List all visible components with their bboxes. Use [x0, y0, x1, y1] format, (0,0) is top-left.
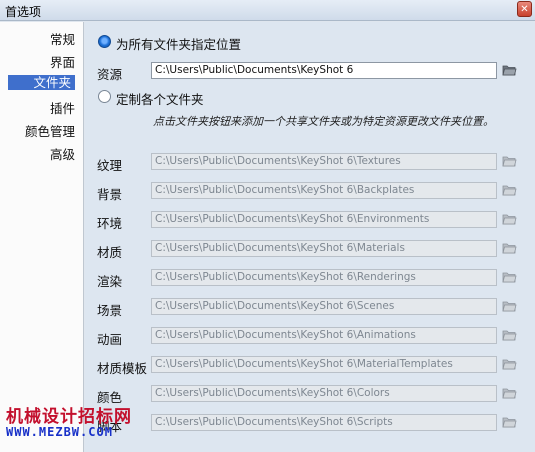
folder-icon	[502, 214, 517, 225]
resources-label: 资源	[97, 67, 123, 82]
radio-custom-folders[interactable]	[98, 90, 111, 103]
scripts-path-field: C:\Users\Public\Documents\KeyShot 6\Scri…	[151, 414, 497, 431]
folder-icon	[502, 330, 517, 341]
textures-label: 纹理	[97, 158, 123, 173]
scenes-path-field: C:\Users\Public\Documents\KeyShot 6\Scen…	[151, 298, 497, 315]
sidebar-item-plugins[interactable]: 插件	[50, 98, 75, 117]
folder-icon	[502, 272, 517, 283]
animations-label: 动画	[97, 332, 123, 347]
option-each-label: 定制各个文件夹	[116, 92, 204, 107]
materials-folder-button	[502, 242, 517, 254]
materials-label: 材质	[97, 245, 123, 260]
backplates-folder-button	[502, 184, 517, 196]
close-icon: ✕	[520, 4, 529, 15]
backplates-label: 背景	[97, 187, 123, 202]
environments-folder-button	[502, 213, 517, 225]
material-templates-folder-button	[502, 358, 517, 370]
colors-folder-button	[502, 387, 517, 399]
window-titlebar: 首选项 ✕	[0, 0, 535, 21]
watermark-title: 机械设计招标网	[6, 407, 132, 427]
folder-icon	[502, 185, 517, 196]
scenes-folder-button	[502, 300, 517, 312]
close-button[interactable]: ✕	[517, 1, 532, 17]
scenes-label: 场景	[97, 303, 123, 318]
sidebar-item-advanced[interactable]: 高级	[50, 144, 75, 163]
radio-all-folders[interactable]	[98, 35, 111, 48]
renderings-folder-button	[502, 271, 517, 283]
textures-path-field: C:\Users\Public\Documents\KeyShot 6\Text…	[151, 153, 497, 170]
environments-path-field: C:\Users\Public\Documents\KeyShot 6\Envi…	[151, 211, 497, 228]
sidebar-item-folders[interactable]: 文件夹	[8, 75, 75, 90]
animations-path-field: C:\Users\Public\Documents\KeyShot 6\Anim…	[151, 327, 497, 344]
option-all-label: 为所有文件夹指定位置	[116, 37, 242, 52]
scripts-folder-button	[502, 416, 517, 428]
watermark-url: WWW.MEZBW.COM	[6, 425, 113, 439]
material-templates-label: 材质模板	[97, 361, 148, 376]
renderings-label: 渲染	[97, 274, 123, 289]
instructions-text: 点击文件夹按钮来添加一个共享文件夹或为特定资源更改文件夹位置。	[153, 115, 494, 128]
folder-icon	[502, 359, 517, 370]
folder-icon	[502, 388, 517, 399]
folder-icon	[502, 65, 517, 76]
sidebar: 常规界面文件夹插件颜色管理高级	[0, 22, 84, 452]
renderings-path-field: C:\Users\Public\Documents\KeyShot 6\Rend…	[151, 269, 497, 286]
textures-folder-button	[502, 155, 517, 167]
folder-icon	[502, 417, 517, 428]
resources-path-field[interactable]: C:\Users\Public\Documents\KeyShot 6	[151, 62, 497, 79]
watermark: 机械设计招标网 WWW.MEZBW.COM	[6, 402, 132, 439]
resources-folder-button[interactable]	[502, 64, 517, 76]
backplates-path-field: C:\Users\Public\Documents\KeyShot 6\Back…	[151, 182, 497, 199]
materials-path-field: C:\Users\Public\Documents\KeyShot 6\Mate…	[151, 240, 497, 257]
folder-icon	[502, 301, 517, 312]
material-templates-path-field: C:\Users\Public\Documents\KeyShot 6\Mate…	[151, 356, 497, 373]
folder-icon	[502, 243, 517, 254]
main-panel: 为所有文件夹指定位置 资源 C:\Users\Public\Documents\…	[85, 22, 535, 452]
sidebar-item-general[interactable]: 常规	[50, 29, 75, 48]
environments-label: 环境	[97, 216, 123, 231]
folder-icon	[502, 156, 517, 167]
window-title: 首选项	[5, 5, 42, 19]
sidebar-item-interface[interactable]: 界面	[50, 52, 75, 71]
colors-path-field: C:\Users\Public\Documents\KeyShot 6\Colo…	[151, 385, 497, 402]
animations-folder-button	[502, 329, 517, 341]
sidebar-item-color-management[interactable]: 颜色管理	[25, 121, 75, 140]
